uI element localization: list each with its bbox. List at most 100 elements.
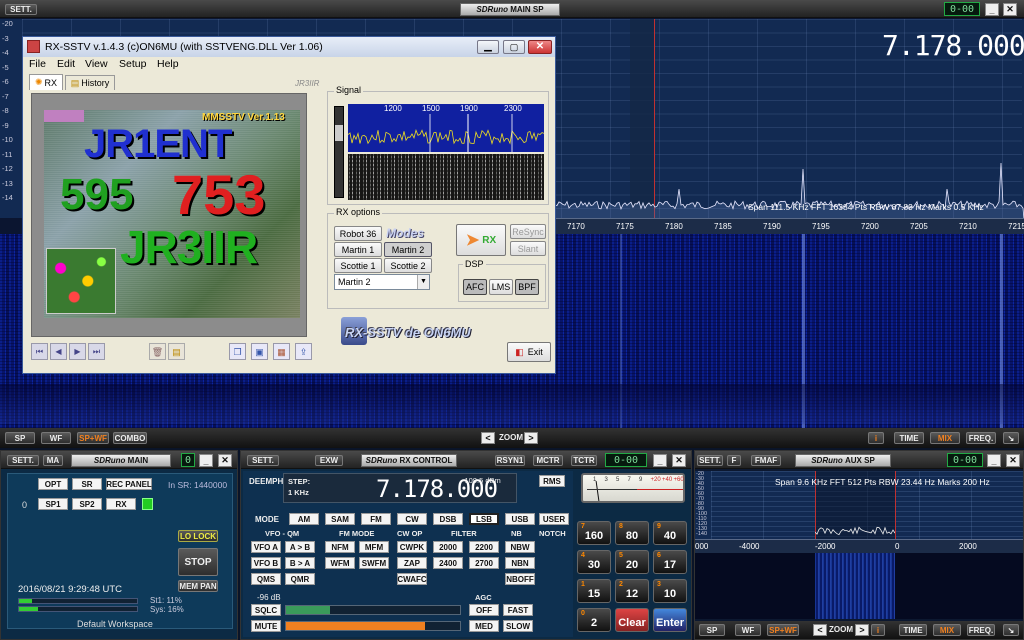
- mode-sam-button[interactable]: SAM: [325, 513, 355, 525]
- mode-scottie1-button[interactable]: Scottie 1: [334, 258, 382, 273]
- sqlc-button[interactable]: SQLC: [251, 604, 281, 616]
- mode-martin2-button[interactable]: Martin 2: [384, 242, 432, 257]
- option-wfm-button[interactable]: WFM: [325, 557, 355, 569]
- option-2400-button[interactable]: 2400: [433, 557, 463, 569]
- tctr-button[interactable]: TCTR: [571, 455, 597, 466]
- option-nboff-button[interactable]: NBOFF: [505, 573, 535, 585]
- info-button[interactable]: i: [868, 432, 884, 444]
- first-icon[interactable]: ⏮: [31, 343, 48, 360]
- option-2700-button[interactable]: 2700: [469, 557, 499, 569]
- option-qms-button[interactable]: QMS: [251, 573, 281, 585]
- rx-start-button[interactable]: ➤ RX: [456, 224, 506, 256]
- aux-waterfall[interactable]: [695, 553, 1023, 619]
- prev-icon[interactable]: ◀: [50, 343, 67, 360]
- mode-lsb-button[interactable]: LSB: [469, 513, 499, 525]
- volume-slider[interactable]: [285, 621, 461, 631]
- keypad-key-1[interactable]: 1 15: [577, 579, 611, 603]
- view-wf-button[interactable]: WF: [41, 432, 71, 444]
- mctr-button[interactable]: MCTR: [533, 455, 563, 466]
- keypad-key-8[interactable]: 8 80: [615, 521, 649, 545]
- close-icon[interactable]: ✕: [528, 40, 552, 54]
- option-vfob-button[interactable]: VFO B: [251, 557, 281, 569]
- mode-cw-button[interactable]: CW: [397, 513, 427, 525]
- option-2000-button[interactable]: 2000: [433, 541, 463, 553]
- option-nfm-button[interactable]: NFM: [325, 541, 355, 553]
- resync-button[interactable]: ReSync: [510, 224, 546, 239]
- delete-icon[interactable]: 🗑: [149, 343, 166, 360]
- agc-med-button[interactable]: MED: [469, 620, 499, 632]
- afc-button[interactable]: AFC: [463, 279, 487, 295]
- rms-button[interactable]: RMS: [539, 475, 565, 487]
- menu-setup[interactable]: Setup: [119, 58, 146, 70]
- open-folder-icon[interactable]: ▤: [168, 343, 185, 360]
- menu-view[interactable]: View: [85, 58, 108, 70]
- keypad-key-4[interactable]: 4 30: [577, 550, 611, 574]
- main-sp-settings-button[interactable]: SETT.: [5, 4, 37, 15]
- sr-button[interactable]: SR: [72, 478, 102, 490]
- aux-mix-button[interactable]: MIX: [933, 624, 961, 636]
- view-spwf-button[interactable]: SP+WF: [77, 432, 109, 444]
- lms-button[interactable]: LMS: [489, 279, 513, 295]
- menu-help[interactable]: Help: [157, 58, 179, 70]
- option-nbw-button[interactable]: NBW: [505, 541, 535, 553]
- minimize-icon[interactable]: _: [199, 454, 213, 467]
- slant-button[interactable]: Slant: [510, 241, 546, 256]
- aux-spectrum[interactable]: -20 -30 -40 -50 -60 -70 -80 -90 -100 -110 -120 -130…: [695, 471, 1023, 539]
- zoom-right-icon[interactable]: >: [524, 432, 538, 444]
- option-cwpk-button[interactable]: CWPK: [397, 541, 427, 553]
- aux-time-button[interactable]: TIME: [899, 624, 927, 636]
- time-button[interactable]: TIME: [894, 432, 924, 444]
- close-icon[interactable]: ✕: [218, 454, 232, 467]
- view-sp-button[interactable]: SP: [5, 432, 35, 444]
- minimize-icon[interactable]: _: [987, 454, 1001, 467]
- last-icon[interactable]: ⏭: [88, 343, 105, 360]
- rx-settings-button[interactable]: SETT.: [247, 455, 279, 466]
- save-as-icon[interactable]: ▦: [273, 343, 290, 360]
- mode-robot36-button[interactable]: Robot 36: [334, 226, 382, 241]
- tab-rx[interactable]: ✺ RX: [29, 74, 63, 90]
- mode-scottie2-button[interactable]: Scottie 2: [384, 258, 432, 273]
- agc-off-button[interactable]: OFF: [469, 604, 499, 616]
- mode-dsb-button[interactable]: DSB: [433, 513, 463, 525]
- rec-panel-button[interactable]: REC PANEL: [106, 478, 152, 490]
- keypad-key-0[interactable]: 02: [577, 608, 611, 632]
- keypad-key-2[interactable]: 2 12: [615, 579, 649, 603]
- ma-button[interactable]: MA: [43, 455, 63, 466]
- lo-lock-button[interactable]: LO LOCK: [178, 530, 218, 542]
- aux-sp-button[interactable]: SP: [699, 624, 725, 636]
- keypad-key-6[interactable]: 6 17: [653, 550, 687, 574]
- minimize-icon[interactable]: _: [985, 3, 999, 16]
- rx-button[interactable]: RX: [106, 498, 136, 510]
- option-2200-button[interactable]: 2200: [469, 541, 499, 553]
- view-combo-button[interactable]: COMBO: [113, 432, 147, 444]
- aux-wf-button[interactable]: WF: [735, 624, 761, 636]
- exit-button[interactable]: ◧ Exit: [507, 342, 551, 362]
- mode-user-button[interactable]: USER: [539, 513, 569, 525]
- rsyn1-button[interactable]: RSYN1: [495, 455, 525, 466]
- aux-settings-button[interactable]: SETT.: [697, 455, 723, 466]
- resize-icon[interactable]: ↘: [1003, 624, 1019, 636]
- keypad-key-5[interactable]: 5 20: [615, 550, 649, 574]
- mix-button[interactable]: MIX: [930, 432, 960, 444]
- keypad-clear-button[interactable]: Clear: [615, 608, 649, 632]
- minimize-icon[interactable]: _: [653, 454, 667, 467]
- menu-file[interactable]: File: [29, 58, 46, 70]
- squelch-slider[interactable]: [285, 605, 461, 615]
- exw-button[interactable]: EXW: [315, 455, 343, 466]
- keypad-key-9[interactable]: 9 40: [653, 521, 687, 545]
- option-zap-button[interactable]: ZAP: [397, 557, 427, 569]
- keypad-key-3[interactable]: 3 10: [653, 579, 687, 603]
- tab-history[interactable]: ▤ History: [65, 75, 115, 90]
- aux-info-button[interactable]: i: [871, 624, 885, 636]
- save-icon[interactable]: ▣: [251, 343, 268, 360]
- f-button[interactable]: F: [727, 455, 741, 466]
- mode-select[interactable]: Martin 2 ▼: [334, 274, 430, 290]
- option-nbn-button[interactable]: NBN: [505, 557, 535, 569]
- keypad-key-7[interactable]: 7 160: [577, 521, 611, 545]
- resize-icon[interactable]: ↘: [1003, 432, 1019, 444]
- option-swfm-button[interactable]: SWFM: [359, 557, 389, 569]
- close-icon[interactable]: ✕: [672, 454, 686, 467]
- close-icon[interactable]: ✕: [1006, 454, 1020, 467]
- main-settings-button[interactable]: SETT.: [7, 455, 39, 466]
- mode-martin1-button[interactable]: Martin 1: [334, 242, 382, 257]
